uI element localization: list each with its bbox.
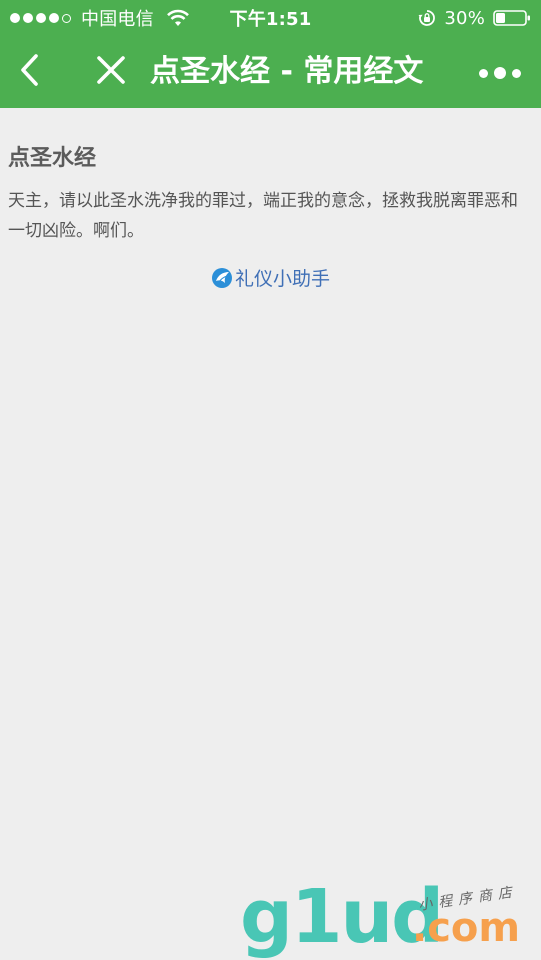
status-bar: 中国电信 下午1:51 30% — [0, 0, 541, 36]
bird-logo-icon — [211, 267, 233, 289]
article-title: 点圣水经 — [8, 146, 97, 171]
carrier-label: 中国电信 — [81, 9, 154, 30]
more-dots-icon — [479, 68, 488, 78]
back-button[interactable] — [14, 54, 44, 90]
wifi-icon — [166, 9, 190, 27]
brand-label: 礼仪小助手 — [234, 268, 330, 290]
watermark-dotcom: .com — [412, 905, 521, 951]
back-chevron-icon — [18, 53, 40, 91]
close-icon — [96, 55, 126, 89]
article-body: 天主，请以此圣水洗净我的罪过，端正我的意念，拯救我脱离罪恶和一切凶险。啊们。 — [8, 191, 518, 241]
nav-bar: 点圣水经 - 常用经文 — [0, 36, 541, 108]
page-title: 点圣水经 - 常用经文 — [150, 54, 424, 89]
brand-link[interactable]: 礼仪小助手 — [8, 264, 533, 291]
more-button[interactable] — [479, 60, 521, 86]
status-left: 中国电信 — [10, 0, 190, 36]
top-bar: 中国电信 下午1:51 30% 点圣水经 - 常用经文 — [0, 0, 541, 108]
battery-icon — [493, 9, 531, 27]
battery-percent: 30% — [444, 7, 485, 29]
article: 点圣水经 天主，请以此圣水洗净我的罪过，端正我的意念，拯救我脱离罪恶和一切凶险。… — [8, 130, 533, 291]
watermark-logo: g1ud 小程序商店 .com — [240, 880, 540, 960]
status-right: 30% — [418, 0, 531, 36]
rotation-lock-icon — [418, 9, 436, 27]
signal-dots-icon — [10, 13, 71, 23]
close-button[interactable] — [94, 54, 128, 90]
